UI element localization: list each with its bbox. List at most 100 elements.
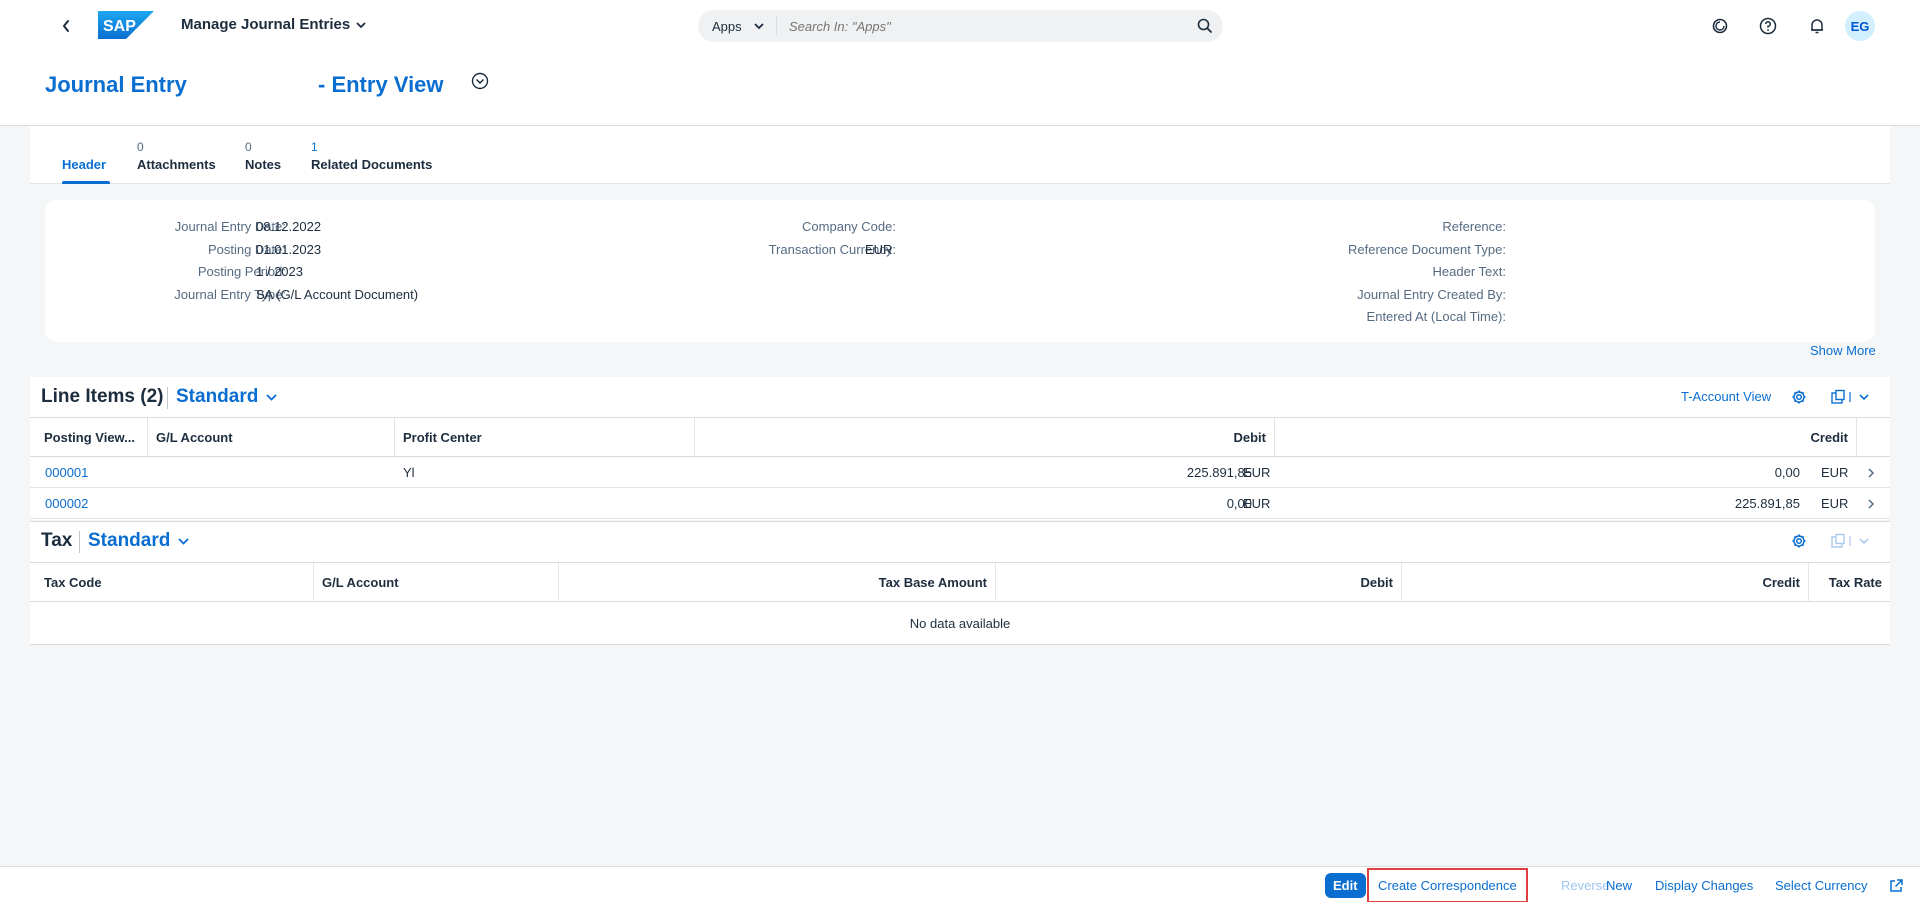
search-scope-select[interactable]: Apps [698,19,772,34]
tab-attachments[interactable]: 0 Attachments [137,126,221,184]
variant-label: Standard [88,530,171,551]
entered-at-label: Entered At (Local Time): [1366,309,1506,324]
user-avatar[interactable]: EG [1845,11,1875,41]
line-items-panel: Line Items (2) Standard T-Account View P… [30,377,1890,520]
object-page-header: Journal Entry - Entry View [0,52,1920,126]
title-divider [167,387,168,409]
tab-label: Related Documents [311,157,433,172]
posting-date-value: 01.01.2023 [256,242,322,257]
table-row[interactable]: 000001 Yl 225.891,85 EUR 0,00 EUR [30,457,1890,488]
credit-cell: 0,00 [1774,465,1800,480]
col-tax-rate[interactable]: Tax Rate [1809,563,1890,601]
svg-text:SAP: SAP [103,18,136,35]
chevron-down-icon [178,538,189,545]
tab-related-documents[interactable]: 1 Related Documents [311,126,441,184]
tax-export-button [1830,530,1874,552]
col-tax-code[interactable]: Tax Code [30,563,314,601]
tax-variant-select[interactable]: Standard [88,530,189,552]
gear-icon [1792,390,1806,404]
new-button[interactable]: New [1600,873,1638,898]
chevron-circle-down-icon [471,72,489,90]
reference-label: Reference: [1442,219,1506,234]
posting-view-link[interactable]: 000002 [45,488,88,519]
row-navigation[interactable] [1861,488,1881,519]
search-scope-label: Apps [712,18,742,34]
col-debit[interactable]: Debit [695,418,1275,456]
export-excel-icon [1831,533,1869,548]
tab-count: 1 [311,140,318,154]
select-currency-button[interactable]: Select Currency [1769,873,1873,898]
tab-bar: Header 0 Attachments 0 Notes 1 Related D… [30,126,1890,184]
chevron-down-icon [356,21,366,28]
col-gl-account[interactable]: G/L Account [314,563,559,601]
chevron-down-icon [754,23,764,30]
credit-currency-cell: EUR [1821,496,1849,511]
display-changes-button[interactable]: Display Changes [1649,873,1759,898]
row-navigation[interactable] [1861,457,1881,488]
col-gl-account[interactable]: G/L Account [148,418,395,456]
share-button[interactable] [1884,873,1908,898]
journal-entry-type-value: SA (G/L Account Document) [256,287,419,302]
tab-header[interactable]: Header [62,126,110,184]
transaction-currency-value: EUR [865,242,893,257]
chevron-right-icon [1868,467,1875,478]
help-button[interactable] [1756,14,1780,38]
share-icon [1890,878,1903,892]
company-code-label: Company Code: [802,219,896,234]
col-tax-base-amount[interactable]: Tax Base Amount [559,563,996,601]
tab-count: 0 [245,140,252,154]
line-items-variant-select[interactable]: Standard [176,386,277,408]
tax-header-row: Tax Code G/L Account Tax Base Amount Deb… [30,562,1890,602]
tab-label: Header [62,157,107,172]
chevron-left-icon [62,20,69,32]
line-items-header-row: Posting View... G/L Account Profit Cente… [30,417,1890,457]
tab-label: Notes [245,157,282,172]
search-icon [1197,18,1213,34]
col-credit[interactable]: Credit [1275,418,1857,456]
search-button[interactable] [1187,18,1223,34]
table-settings-button[interactable] [1788,386,1810,408]
help-icon [1759,17,1777,35]
app-title: Manage Journal Entries [181,16,351,33]
debit-currency-cell: EUR [1243,465,1271,480]
export-button[interactable] [1830,386,1874,408]
header-facet: Journal Entry Date: 08.12.2022 Posting D… [45,200,1875,342]
back-button[interactable] [56,14,76,38]
posting-view-link[interactable]: 000001 [45,457,88,488]
tax-title: Tax [41,530,73,551]
reference-document-type-label: Reference Document Type: [1347,242,1506,257]
edit-button[interactable]: Edit [1325,873,1366,898]
col-credit[interactable]: Credit [1402,563,1809,601]
col-profit-center[interactable]: Profit Center [395,418,695,456]
journal-entry-date-value: 08.12.2022 [256,219,322,234]
sap-logo[interactable]: SAP [98,11,154,39]
credit-cell: 225.891,85 [1734,496,1800,511]
tax-panel: Tax Standard Tax Code G/L Account Tax Ba… [30,521,1890,645]
bell-icon [1811,19,1823,34]
title-divider [79,531,80,553]
created-by-label: Journal Entry Created By: [1357,287,1506,302]
posting-period-value: 1 / 2023 [256,264,303,279]
debit-currency-cell: EUR [1243,496,1271,511]
col-posting-view[interactable]: Posting View... [30,418,148,456]
line-items-title: Line Items (2) [41,386,164,407]
create-correspondence-button[interactable]: Create Correspondence [1367,868,1528,902]
tax-settings-button[interactable] [1788,530,1810,552]
gear-icon [1792,534,1806,548]
credit-currency-cell: EUR [1821,465,1849,480]
t-account-view-button[interactable]: T-Account View [1681,389,1771,404]
search-input[interactable] [777,18,1187,34]
notifications-button[interactable] [1805,14,1829,38]
tab-label: Attachments [137,157,216,172]
joule-button[interactable] [1708,14,1732,38]
app-title-menu[interactable]: Manage Journal Entries [181,16,366,33]
page-title-suffix: - Entry View [318,72,444,97]
col-debit[interactable]: Debit [996,563,1402,601]
profit-center-cell: Yl [403,465,415,480]
header-expand-button[interactable] [471,72,489,90]
tab-notes[interactable]: 0 Notes [245,126,285,184]
chevron-right-icon [1868,498,1875,509]
table-row[interactable]: 000002 0,00 EUR 225.891,85 EUR [30,488,1890,519]
shell-bar: SAP Manage Journal Entries Apps EG [0,0,1920,52]
show-more-link[interactable]: Show More [1810,343,1876,358]
